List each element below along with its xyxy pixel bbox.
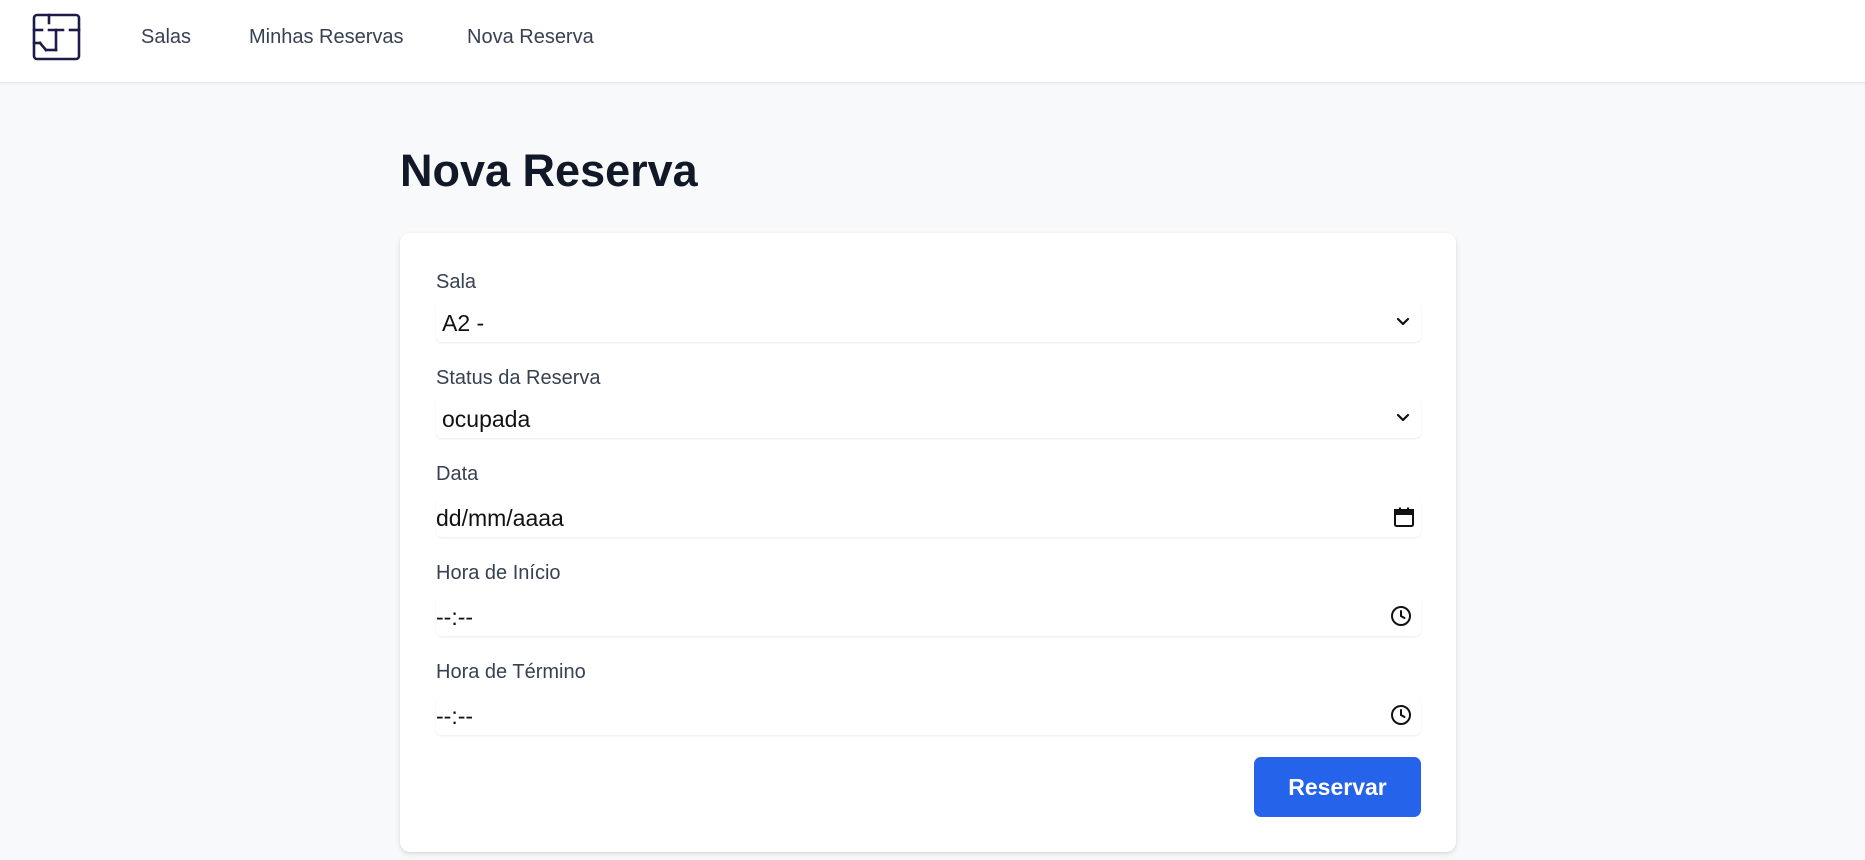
clock-icon[interactable] (1389, 604, 1413, 628)
hora-inicio-label: Hora de Início (436, 562, 561, 584)
nav-link-nova-reserva[interactable]: Nova Reserva (467, 26, 594, 49)
start-time-input[interactable]: --:-- (436, 596, 1421, 636)
clock-icon[interactable] (1389, 703, 1413, 727)
sala-select[interactable]: A2 - (436, 302, 1421, 342)
hora-termino-label: Hora de Término (436, 661, 586, 683)
chevron-down-icon (1396, 413, 1410, 422)
reservar-button[interactable]: Reservar (1254, 757, 1421, 817)
date-input[interactable]: dd/mm/aaaa (436, 497, 1421, 537)
status-selected-value: ocupada (442, 406, 531, 432)
calendar-icon[interactable] (1392, 505, 1416, 529)
page-title: Nova Reserva (400, 145, 698, 196)
sala-selected-value: A2 - (442, 310, 485, 336)
end-time-placeholder: --:-- (436, 703, 474, 729)
nav-link-salas[interactable]: Salas (141, 26, 191, 49)
date-input-placeholder: dd/mm/aaaa (436, 505, 564, 531)
status-select[interactable]: ocupada (436, 398, 1421, 438)
start-time-placeholder: --:-- (436, 604, 474, 630)
data-label: Data (436, 463, 479, 485)
reservation-form-card: Sala A2 - Status da Reserva ocupada Data… (400, 233, 1456, 852)
top-navbar: Salas Minhas Reservas Nova Reserva (0, 0, 1865, 83)
status-label: Status da Reserva (436, 367, 601, 389)
nav-link-minhas-reservas[interactable]: Minhas Reservas (249, 26, 404, 49)
chevron-down-icon (1396, 317, 1410, 326)
sala-label: Sala (436, 271, 477, 293)
end-time-input[interactable]: --:-- (436, 695, 1421, 735)
floor-plan-logo-icon[interactable] (32, 13, 81, 61)
